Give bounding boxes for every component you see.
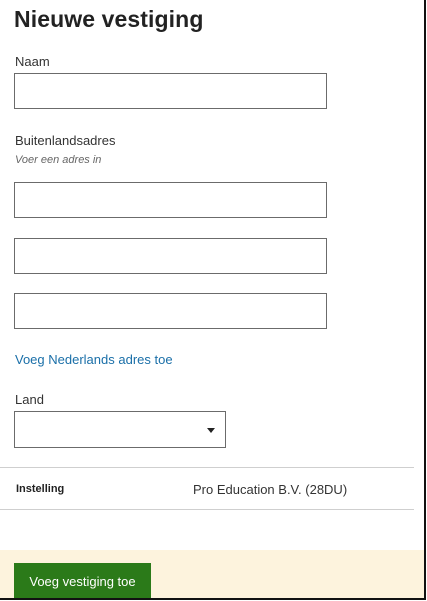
institution-value: Pro Education B.V. (28DU) — [193, 482, 348, 497]
address-line-2-input[interactable] — [14, 238, 327, 274]
name-label: Naam — [15, 54, 50, 69]
caret-down-icon — [207, 428, 215, 433]
add-dutch-address-link[interactable]: Voeg Nederlands adres toe — [15, 352, 173, 367]
country-select[interactable] — [14, 411, 226, 448]
foreign-address-label: Buitenlandsadres — [15, 133, 116, 148]
new-location-panel: Nieuwe vestiging Naam Buitenlandsadres V… — [0, 0, 426, 600]
add-location-button[interactable]: Voeg vestiging toe — [14, 563, 151, 598]
institution-label: Instelling — [16, 483, 65, 495]
page-title: Nieuwe vestiging — [14, 6, 204, 32]
name-input[interactable] — [14, 73, 327, 109]
foreign-address-hint: Voer een adres in — [15, 154, 102, 166]
address-line-1-input[interactable] — [14, 182, 327, 218]
address-line-3-input[interactable] — [14, 293, 327, 329]
country-label: Land — [15, 392, 44, 407]
details-divider-bottom — [0, 509, 414, 510]
details-divider-top — [0, 467, 414, 468]
